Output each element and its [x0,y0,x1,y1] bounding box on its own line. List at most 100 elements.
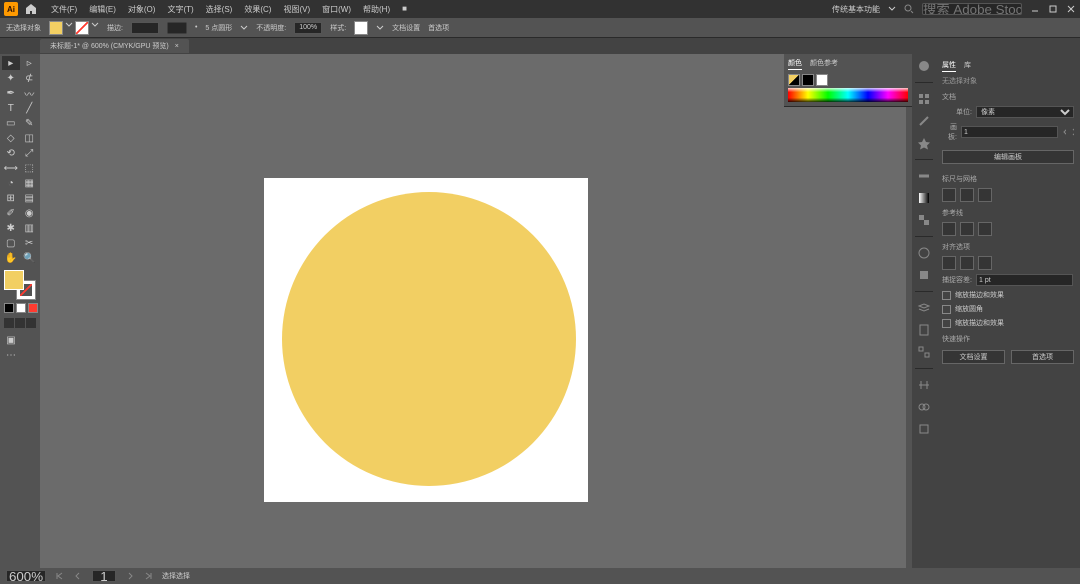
zoom-input[interactable] [6,570,46,582]
tab-close-icon[interactable]: × [175,43,179,50]
ruler-toggle-icon[interactable] [942,188,956,202]
curvature-tool-icon[interactable]: 〰 [21,86,39,100]
transparency-panel-icon[interactable] [916,212,932,228]
blend-tool-icon[interactable]: ◉ [21,206,39,220]
transform-panel-icon[interactable] [916,421,932,437]
direct-selection-tool-icon[interactable]: ▹ [21,56,39,70]
vertical-scrollbar[interactable] [906,54,912,568]
stroke-profile-dropdown[interactable] [167,22,187,34]
symbol-sprayer-tool-icon[interactable]: ✱ [2,221,20,235]
color-spectrum[interactable] [788,88,908,102]
shaper-tool-icon[interactable]: ◇ [2,131,20,145]
shape-builder-tool-icon[interactable]: ◔ [2,176,20,190]
grid-toggle-icon[interactable] [960,188,974,202]
none-mode-icon[interactable] [28,303,38,313]
fill-swatch[interactable] [49,21,63,35]
line-tool-icon[interactable]: ╱ [21,101,39,115]
preferences-button[interactable]: 首选项 [428,23,449,33]
snap-pixel-icon[interactable] [978,256,992,270]
color-guide-tab[interactable]: 颜色参考 [810,58,838,70]
mesh-tool-icon[interactable]: ⊞ [2,191,20,205]
align-panel-icon[interactable] [916,377,932,393]
hand-tool-icon[interactable]: ✋ [2,251,20,265]
minimize-button[interactable] [1030,4,1040,14]
smart-guides-icon[interactable] [978,222,992,236]
color-tab[interactable]: 颜色 [788,58,802,70]
panel-fill-swatch[interactable] [788,74,800,86]
graphic-styles-panel-icon[interactable] [916,267,932,283]
opacity-input[interactable] [294,22,322,34]
stroke-weight-input[interactable] [131,22,159,34]
maximize-button[interactable] [1048,4,1058,14]
menu-help[interactable]: 帮助(H) [358,2,395,17]
first-artboard-icon[interactable] [56,572,64,580]
prev-artboard-icon[interactable] [1062,128,1066,136]
chevron-down-icon[interactable] [376,24,384,32]
snap-grid-icon[interactable] [960,256,974,270]
graph-tool-icon[interactable]: ▥ [21,221,39,235]
selection-tool-icon[interactable]: ▸ [2,56,20,70]
scale-tool-icon[interactable]: ⤢ [21,146,39,160]
libraries-tab[interactable]: 库 [964,60,971,72]
stock-search-input[interactable] [922,3,1022,15]
layers-panel-icon[interactable] [916,300,932,316]
rotate-tool-icon[interactable]: ⟲ [2,146,20,160]
chevron-down-icon[interactable] [240,24,248,32]
menu-extra[interactable]: ■ [397,2,412,17]
stroke-panel-icon[interactable] [916,168,932,184]
pen-tool-icon[interactable]: ✒ [2,86,20,100]
chevron-down-icon[interactable] [65,21,73,29]
gradient-mode-icon[interactable] [16,303,26,313]
artboard-input[interactable] [961,126,1058,138]
snap-point-icon[interactable] [942,256,956,270]
draw-inside-icon[interactable] [26,318,36,328]
menu-window[interactable]: 窗口(W) [317,2,356,17]
draw-normal-icon[interactable] [4,318,14,328]
workspace-switcher[interactable]: 传统基本功能 [832,4,880,15]
style-swatch[interactable] [354,21,368,35]
asset-export-panel-icon[interactable] [916,322,932,338]
menu-object[interactable]: 对象(O) [123,2,161,17]
eraser-tool-icon[interactable]: ◫ [21,131,39,145]
scale-corners-checkbox[interactable] [942,305,951,314]
appearance-panel-icon[interactable] [916,245,932,261]
menu-view[interactable]: 视图(V) [278,2,315,17]
doc-setup-button[interactable]: 文档设置 [392,23,420,33]
show-guides-icon[interactable] [942,222,956,236]
last-artboard-icon[interactable] [144,572,152,580]
width-tool-icon[interactable]: ⟷ [2,161,20,175]
home-icon[interactable] [24,2,38,16]
properties-tab[interactable]: 属性 [942,60,956,72]
stroke-swatch[interactable] [75,21,89,35]
symbols-panel-icon[interactable] [916,135,932,151]
screen-mode-icon[interactable]: ▣ [2,333,20,347]
menu-effect[interactable]: 效果(C) [239,2,276,17]
artboard-tool-icon[interactable]: ▢ [2,236,20,250]
eyedropper-tool-icon[interactable]: ✐ [2,206,20,220]
menu-select[interactable]: 选择(S) [201,2,238,17]
prev-artboard-status-icon[interactable] [74,572,82,580]
brushes-panel-icon[interactable] [916,113,932,129]
chevron-down-icon[interactable] [888,5,896,13]
paintbrush-tool-icon[interactable]: ✎ [21,116,39,130]
transparency-grid-icon[interactable] [978,188,992,202]
fill-color-icon[interactable] [4,270,24,290]
panel-black-swatch[interactable] [802,74,814,86]
units-select[interactable]: 像素 [976,106,1074,118]
artboards-panel-icon[interactable] [916,344,932,360]
ellipse-shape[interactable] [282,192,576,486]
canvas-area[interactable] [40,54,912,568]
panel-white-swatch[interactable] [816,74,828,86]
perspective-tool-icon[interactable]: ▦ [21,176,39,190]
close-button[interactable] [1066,4,1076,14]
scale-strokes-checkbox[interactable] [942,291,951,300]
lasso-tool-icon[interactable]: ⊄ [21,71,39,85]
fill-stroke-stack[interactable] [2,270,38,300]
rectangle-tool-icon[interactable]: ▭ [2,116,20,130]
menu-type[interactable]: 文字(T) [162,2,198,17]
doc-setup-quick-button[interactable]: 文档设置 [942,350,1005,364]
brush-label[interactable]: 5 点圆形 [205,23,232,33]
snap-tolerance-input[interactable] [976,274,1073,286]
next-artboard-status-icon[interactable] [126,572,134,580]
edit-toolbar-icon[interactable]: ⋯ [2,348,20,362]
